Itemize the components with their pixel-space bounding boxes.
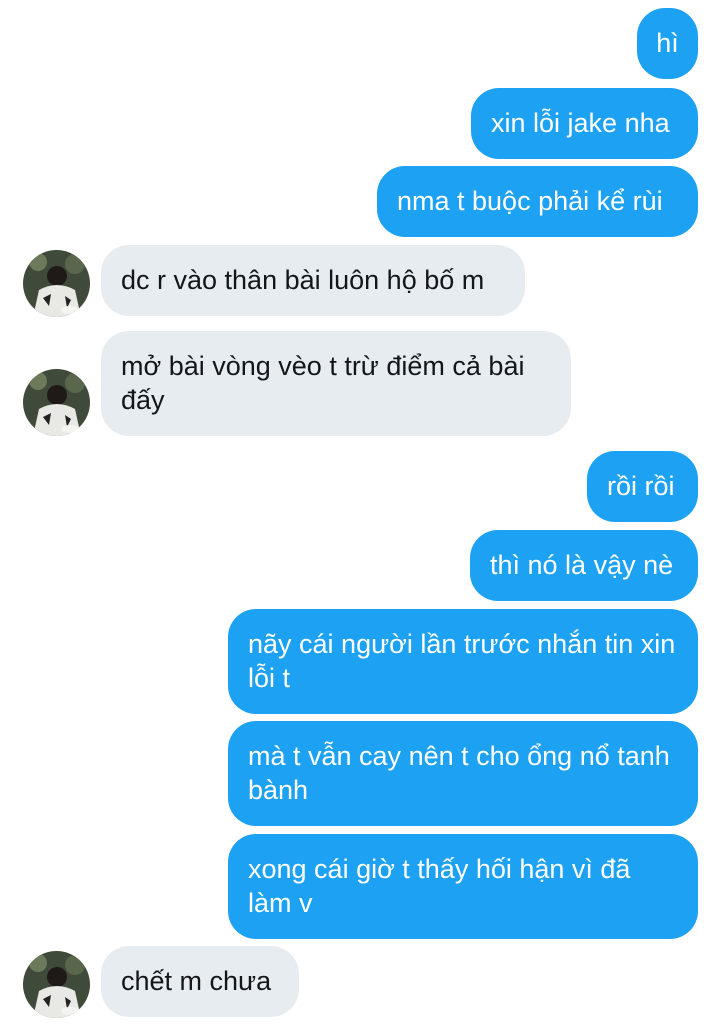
- outgoing-message[interactable]: nma t buộc phải kể rùi: [377, 166, 698, 237]
- message-text: mà t vẫn cay nên t cho ổng nổ tanh bành: [248, 741, 670, 805]
- incoming-message[interactable]: chết m chưa: [101, 946, 299, 1017]
- contact-avatar[interactable]: [23, 951, 90, 1018]
- message-text: dc r vào thân bài luôn hộ bố m: [121, 265, 485, 295]
- message-text: rồi rồi: [607, 471, 675, 501]
- outgoing-message[interactable]: xong cái giờ t thấy hối hận vì đã làm v: [228, 834, 698, 939]
- outgoing-message[interactable]: xin lỗi jake nha: [471, 88, 698, 159]
- message-text: mở bài vòng vèo t trừ điểm cả bài đấy: [121, 351, 525, 415]
- incoming-message[interactable]: mở bài vòng vèo t trừ điểm cả bài đấy: [101, 331, 571, 436]
- incoming-message[interactable]: dc r vào thân bài luôn hộ bố m: [101, 245, 525, 316]
- avatar-photo-icon: [23, 951, 90, 1018]
- message-text: chết m chưa: [121, 966, 272, 996]
- outgoing-message[interactable]: hì: [637, 8, 698, 79]
- message-text: nãy cái người lần trước nhắn tin xin lỗi…: [248, 629, 676, 693]
- message-text: hì: [656, 28, 679, 58]
- outgoing-message[interactable]: mà t vẫn cay nên t cho ổng nổ tanh bành: [228, 721, 698, 826]
- message-text: thì nó là vậy nè: [490, 550, 674, 580]
- message-text: nma t buộc phải kể rùi: [397, 186, 663, 216]
- outgoing-message[interactable]: rồi rồi: [587, 451, 698, 522]
- contact-avatar[interactable]: [23, 250, 90, 317]
- chat-thread: hì xin lỗi jake nha nma t buộc phải kể r…: [0, 0, 719, 1026]
- avatar-photo-icon: [23, 369, 90, 436]
- outgoing-message[interactable]: nãy cái người lần trước nhắn tin xin lỗi…: [228, 609, 698, 714]
- avatar-photo-icon: [23, 250, 90, 317]
- message-text: xin lỗi jake nha: [491, 108, 670, 138]
- outgoing-message[interactable]: thì nó là vậy nè: [470, 530, 698, 601]
- contact-avatar[interactable]: [23, 369, 90, 436]
- message-text: xong cái giờ t thấy hối hận vì đã làm v: [248, 854, 631, 918]
